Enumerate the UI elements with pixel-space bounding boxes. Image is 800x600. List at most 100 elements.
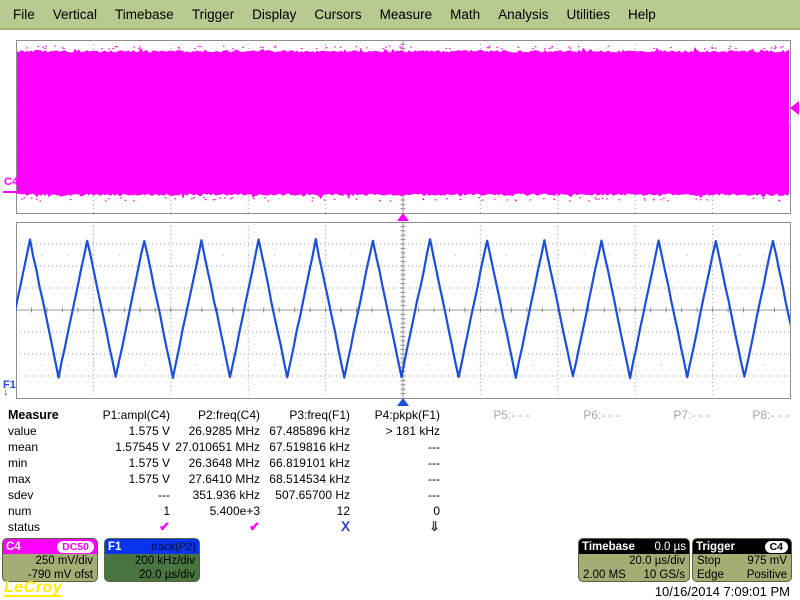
c4-trace-label[interactable]: C4: [4, 177, 18, 188]
timebase-delay-value: 0.0 µs: [654, 540, 686, 554]
stat-label-sdev: sdev: [8, 487, 83, 503]
cell-sdev-p8: [713, 487, 792, 503]
cell-sdev-p2: 351.936 kHz: [173, 487, 263, 503]
param-header-p8[interactable]: P8:- - -: [713, 407, 792, 423]
f1-grid: [16, 222, 791, 399]
cell-min-p8: [713, 455, 792, 471]
menu-bar: FileVerticalTimebaseTriggerDisplayCursor…: [0, 0, 800, 30]
cell-min-p6: [533, 455, 623, 471]
cell-value-p1: 1.575 V: [83, 423, 173, 439]
timebase-info-box[interactable]: Timebase 0.0 µs 20.0 µs/div 2.00 MS 10 G…: [578, 538, 690, 582]
menu-help[interactable]: Help: [619, 7, 665, 22]
cell-mean-p7: [623, 439, 713, 455]
menu-math[interactable]: Math: [441, 7, 489, 22]
param-header-p5[interactable]: P5:- - -: [443, 407, 533, 423]
menu-trigger[interactable]: Trigger: [183, 7, 243, 22]
f1-box-title: F1: [108, 540, 121, 554]
cell-value-p5: [443, 423, 533, 439]
menu-measure[interactable]: Measure: [371, 7, 442, 22]
timebase-per-div: 20.0 µs/div: [579, 554, 689, 568]
menu-timebase[interactable]: Timebase: [106, 7, 183, 22]
cell-value-p6: [533, 423, 623, 439]
cell-max-p8: [713, 471, 792, 487]
cell-num-p1: 1: [83, 503, 173, 519]
menu-analysis[interactable]: Analysis: [489, 7, 557, 22]
status-icon-p3: Ⅹ: [341, 519, 350, 534]
cell-status-p2: ✔: [173, 519, 263, 535]
cell-mean-p6: [533, 439, 623, 455]
cell-min-p3: 66.819101 kHz: [263, 455, 353, 471]
trigger-type: Edge: [697, 568, 724, 582]
status-icon-p2: ✔: [249, 519, 260, 534]
cell-value-p3: 67.485896 kHz: [263, 423, 353, 439]
cell-num-p5: [443, 503, 533, 519]
cell-num-p2: 5.400e+3: [173, 503, 263, 519]
f1-time-marker[interactable]: [397, 398, 409, 406]
cell-mean-p2: 27.010651 MHz: [173, 439, 263, 455]
cell-sdev-p3: 507.65700 Hz: [263, 487, 353, 503]
c4-ground-marker[interactable]: [3, 191, 17, 193]
trigger-mode: Stop: [697, 554, 721, 568]
cell-status-p6: [533, 519, 623, 535]
f1-time-per-div: 20.0 µs/div: [105, 568, 199, 582]
stat-label-num: num: [8, 503, 83, 519]
cell-sdev-p4: ---: [353, 487, 443, 503]
menu-display[interactable]: Display: [243, 7, 305, 22]
param-header-p1[interactable]: P1:ampl(C4): [83, 407, 173, 423]
cell-status-p1: ✔: [83, 519, 173, 535]
cell-value-p8: [713, 423, 792, 439]
trigger-level: 975 mV: [747, 554, 787, 568]
menu-vertical[interactable]: Vertical: [44, 7, 106, 22]
cell-min-p5: [443, 455, 533, 471]
measure-table: MeasureP1:ampl(C4)P2:freq(C4)P3:freq(F1)…: [8, 407, 792, 535]
cell-num-p4: 0: [353, 503, 443, 519]
cell-max-p6: [533, 471, 623, 487]
c4-trigger-level-marker[interactable]: [790, 101, 799, 115]
cell-max-p5: [443, 471, 533, 487]
trigger-info-box[interactable]: Trigger C4 Stop 975 mV Edge Positive: [692, 538, 792, 582]
cell-num-p7: [623, 503, 713, 519]
cell-num-p8: [713, 503, 792, 519]
cell-min-p2: 26.3648 MHz: [173, 455, 263, 471]
cell-status-p5: [443, 519, 533, 535]
f1-offset-arrow-icon: ↓: [3, 387, 9, 398]
c4-box-title: C4: [6, 540, 21, 554]
param-header-p4[interactable]: P4:pkpk(F1): [353, 407, 443, 423]
cell-max-p1: 1.575 V: [83, 471, 173, 487]
cell-mean-p5: [443, 439, 533, 455]
trigger-slope: Positive: [747, 568, 787, 582]
trigger-time-marker[interactable]: [397, 213, 409, 221]
cell-max-p2: 27.6410 MHz: [173, 471, 263, 487]
stat-label-min: min: [8, 455, 83, 471]
c4-info-box[interactable]: C4 DC50 250 mV/div -790 mV ofst: [2, 538, 98, 582]
cell-min-p7: [623, 455, 713, 471]
cell-max-p7: [623, 471, 713, 487]
cell-mean-p8: [713, 439, 792, 455]
status-icon-p4: ⇓: [429, 519, 440, 534]
menu-cursors[interactable]: Cursors: [305, 7, 370, 22]
timebase-samples: 2.00 MS: [583, 568, 626, 582]
f1-trace: [14, 239, 792, 378]
cell-sdev-p6: [533, 487, 623, 503]
cell-status-p7: [623, 519, 713, 535]
cell-sdev-p7: [623, 487, 713, 503]
cell-min-p1: 1.575 V: [83, 455, 173, 471]
param-header-p3[interactable]: P3:freq(F1): [263, 407, 353, 423]
param-header-p6[interactable]: P6:- - -: [533, 407, 623, 423]
stat-label-value: value: [8, 423, 83, 439]
cell-status-p8: [713, 519, 792, 535]
param-header-p2[interactable]: P2:freq(C4): [173, 407, 263, 423]
f1-info-box[interactable]: F1 track(P2) 200 kHz/div 20.0 µs/div: [104, 538, 200, 582]
cell-status-p3: Ⅹ: [263, 519, 353, 535]
lecroy-logo: LeCroy: [4, 580, 62, 597]
cell-num-p6: [533, 503, 623, 519]
cell-mean-p1: 1.57545 V: [83, 439, 173, 455]
cell-max-p3: 68.514534 kHz: [263, 471, 353, 487]
param-header-p7[interactable]: P7:- - -: [623, 407, 713, 423]
cell-mean-p3: 67.519816 kHz: [263, 439, 353, 455]
stat-label-status: status: [8, 519, 83, 535]
menu-file[interactable]: File: [4, 7, 44, 22]
menu-utilities[interactable]: Utilities: [557, 7, 619, 22]
cell-value-p2: 26.9285 MHz: [173, 423, 263, 439]
timebase-samplerate: 10 GS/s: [643, 568, 685, 582]
